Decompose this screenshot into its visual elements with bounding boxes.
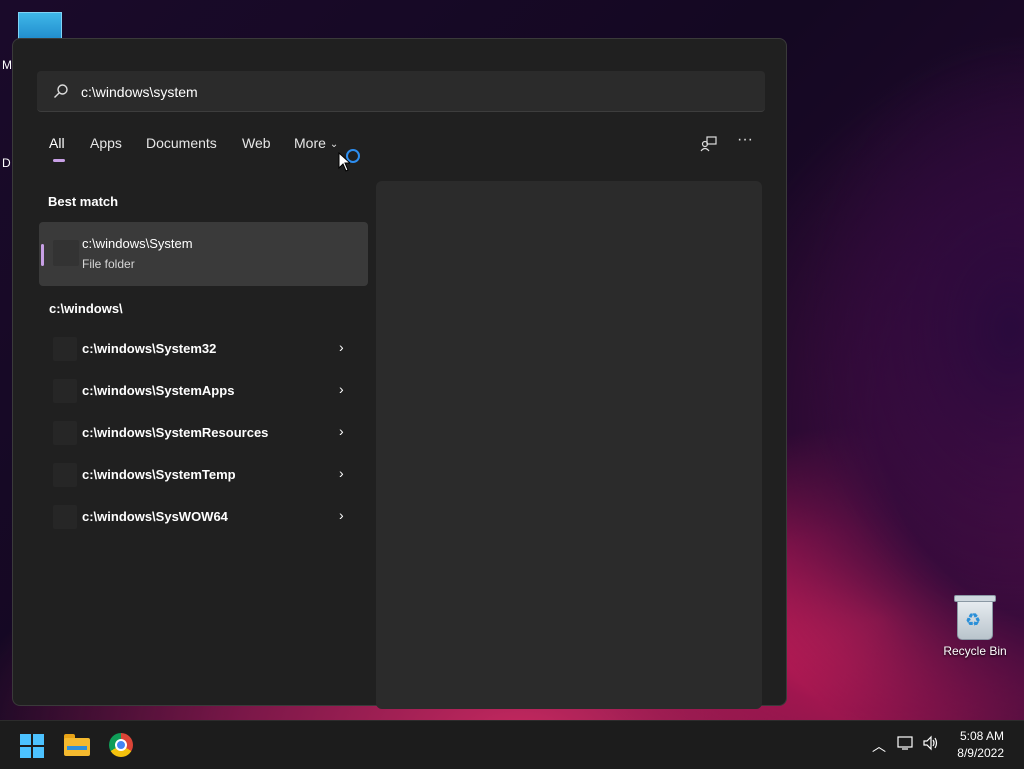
chevron-right-icon[interactable]: › xyxy=(339,381,344,397)
volume-icon[interactable] xyxy=(922,735,940,754)
list-item-title: c:\windows\SystemApps xyxy=(82,383,235,398)
start-button[interactable] xyxy=(20,734,44,758)
recycle-bin-icon: ♻ xyxy=(954,595,996,640)
best-match-item[interactable]: c:\windows\System File folder xyxy=(39,222,368,286)
folder-icon xyxy=(53,379,77,403)
more-options-icon[interactable]: ··· xyxy=(735,131,755,151)
tab-label: More xyxy=(294,135,326,151)
recycle-bin[interactable]: ♻ Recycle Bin xyxy=(940,595,1010,658)
list-item[interactable]: c:\windows\SystemTemp › xyxy=(39,455,368,495)
folder-icon xyxy=(53,421,77,445)
windows-logo-icon xyxy=(33,747,44,758)
windows-logo-icon xyxy=(33,734,44,745)
preview-pane xyxy=(376,181,762,709)
selection-indicator xyxy=(41,244,44,266)
chevron-right-icon[interactable]: › xyxy=(339,423,344,439)
tab-web[interactable]: Web xyxy=(242,135,271,151)
network-icon[interactable] xyxy=(897,735,915,754)
chevron-right-icon[interactable]: › xyxy=(339,465,344,481)
chevron-right-icon[interactable]: › xyxy=(339,339,344,355)
windows-logo-icon xyxy=(20,747,31,758)
tab-label: Apps xyxy=(90,135,122,151)
results-section-heading: c:\windows\ xyxy=(49,301,123,316)
clock-time: 5:08 AM xyxy=(959,729,1004,743)
tab-label: Web xyxy=(242,135,271,151)
list-item[interactable]: c:\windows\SystemResources › xyxy=(39,413,368,453)
list-item-title: c:\windows\SysWOW64 xyxy=(82,509,228,524)
best-match-title: c:\windows\System xyxy=(82,236,193,251)
system-clock[interactable]: 5:08 AM 8/9/2022 xyxy=(957,728,1004,762)
tab-all[interactable]: All xyxy=(49,135,65,162)
best-match-subtitle: File folder xyxy=(82,257,135,271)
chrome-icon[interactable] xyxy=(109,733,133,757)
search-panel: All Apps Documents Web More⌄ ··· Best ma… xyxy=(12,38,787,709)
desktop-icon-label-partial: M xyxy=(2,58,12,72)
folder-icon xyxy=(53,337,77,361)
list-item[interactable]: c:\windows\SystemApps › xyxy=(39,371,368,411)
list-item[interactable]: c:\windows\System32 › xyxy=(39,329,368,369)
folder-icon xyxy=(53,240,79,266)
best-match-heading: Best match xyxy=(48,194,119,209)
search-box[interactable] xyxy=(37,71,765,112)
search-icon xyxy=(54,84,68,98)
mouse-cursor-icon xyxy=(338,152,350,172)
active-tab-indicator xyxy=(53,159,65,162)
desktop-icon-label-partial: D xyxy=(2,156,11,170)
chevron-right-icon[interactable]: › xyxy=(339,507,344,523)
chevron-down-icon: ⌄ xyxy=(329,139,339,150)
tab-documents[interactable]: Documents xyxy=(146,135,217,151)
show-hidden-icons-chevron-icon[interactable]: ︿ xyxy=(872,736,886,756)
file-explorer-icon[interactable] xyxy=(64,734,90,756)
clock-date: 8/9/2022 xyxy=(957,746,1004,760)
account-switch-icon[interactable] xyxy=(699,135,719,155)
recycle-bin-label: Recycle Bin xyxy=(943,644,1007,658)
windows-logo-icon xyxy=(20,734,31,745)
taskbar: ︿ 5:08 AM 8/9/2022 xyxy=(0,720,1024,769)
list-item-title: c:\windows\SystemTemp xyxy=(82,467,236,482)
list-item-title: c:\windows\System32 xyxy=(82,341,217,356)
folder-icon xyxy=(53,463,77,487)
tab-more[interactable]: More ⌄ xyxy=(294,135,338,151)
list-item[interactable]: c:\windows\SysWOW64 › xyxy=(39,497,368,537)
list-item-title: c:\windows\SystemResources xyxy=(82,425,269,440)
tab-label: All xyxy=(49,135,65,151)
search-input[interactable] xyxy=(79,79,743,105)
tab-apps[interactable]: Apps xyxy=(90,135,122,151)
folder-icon xyxy=(53,505,77,529)
tab-label: Documents xyxy=(146,135,217,151)
